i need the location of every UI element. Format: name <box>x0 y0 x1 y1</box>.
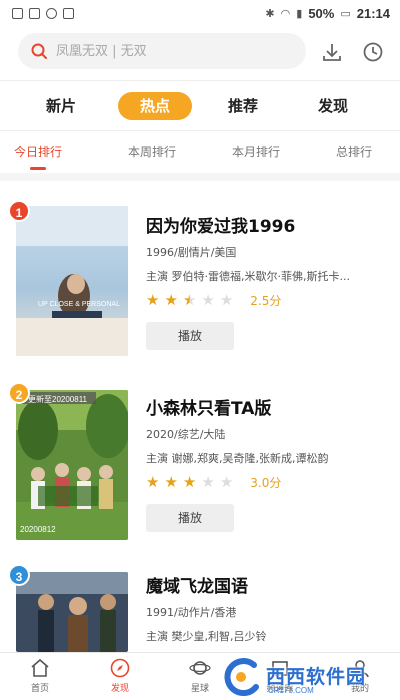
history-icon[interactable] <box>361 40 385 64</box>
tab-discover[interactable]: 发现 <box>318 92 348 120</box>
record-notification-icon <box>46 7 57 19</box>
poster-image[interactable] <box>16 206 128 356</box>
play-button[interactable]: 播放 <box>146 504 234 532</box>
image-notification-icon <box>12 7 23 19</box>
nav-discover-label: 发现 <box>110 684 129 694</box>
movie-cast: 主演 罗伯特·雷德福,米歇尔·菲佛,斯托卡... <box>146 270 350 283</box>
poster-date: 20200812 <box>20 525 56 534</box>
poster-update-label: 更新至20200811 <box>28 395 87 404</box>
category-tabs: 新片 热点 推荐 发现 <box>0 84 400 128</box>
star-icon: ★ <box>146 473 160 491</box>
star-icon: ★ <box>164 473 178 491</box>
site-watermark: 西西软件园 CR173.COM <box>214 655 396 699</box>
poster-image[interactable] <box>16 572 128 652</box>
star-empty-icon: ★ <box>219 291 234 309</box>
system-status: ✱ ◠ ▮ 50% ▭ 21:14 <box>265 6 390 21</box>
rank-tab-month[interactable]: 本月排行 <box>232 143 280 160</box>
star-icon: ★ <box>146 291 160 309</box>
compass-icon <box>110 658 130 678</box>
play-button[interactable]: 播放 <box>146 322 234 350</box>
download-icon[interactable] <box>320 40 344 64</box>
rank-tab-indicator <box>30 167 46 170</box>
rank-tab-today[interactable]: 今日排行 <box>14 143 62 160</box>
movie-score: 2.5分 <box>250 294 282 308</box>
movie-title[interactable]: 魔域飞龙国语 <box>146 572 248 597</box>
star-empty-icon: ★ <box>219 473 234 491</box>
section-gap <box>0 173 400 181</box>
movie-meta: 1991/动作片/香港 <box>146 606 237 619</box>
rank-tabs: 今日排行 本周排行 本月排行 总排行 <box>0 134 400 172</box>
planet-icon <box>189 661 211 675</box>
rank-tab-week[interactable]: 本周排行 <box>128 143 176 160</box>
star-icon: ★ <box>182 473 197 491</box>
star-empty-icon: ★ <box>201 291 215 309</box>
sim-notification-icon <box>29 7 40 19</box>
poster-caption: UP CLOSE & PERSONAL <box>38 301 120 308</box>
tab-recommend[interactable]: 推荐 <box>228 92 258 120</box>
bag-notification-icon <box>63 7 74 19</box>
movie-score: 3.0分 <box>250 476 282 490</box>
rank-tab-total[interactable]: 总排行 <box>336 143 372 160</box>
star-icon: ★ <box>164 291 178 309</box>
nav-discover[interactable]: 发现 <box>90 657 150 694</box>
tab-hot[interactable]: 热点 <box>118 92 192 120</box>
half-star-icon: ★ <box>182 291 197 309</box>
search-row <box>0 30 400 74</box>
movie-cast: 主演 谢娜,郑爽,吴奇隆,张新成,谭松韵 <box>146 452 329 465</box>
signal-icon: ▮ <box>296 7 303 20</box>
header-divider <box>0 80 400 81</box>
movie-meta: 1996/剧情片/美国 <box>146 246 237 259</box>
movie-title[interactable]: 小森林只看TA版 <box>146 394 271 419</box>
wifi-icon: ◠ <box>280 7 291 20</box>
rank-badge: 2 <box>8 382 30 404</box>
nav-home-label: 首页 <box>30 684 49 694</box>
battery-icon: ▭ <box>340 7 351 20</box>
nav-home[interactable]: 首页 <box>10 657 70 694</box>
status-bar: ✱ ◠ ▮ 50% ▭ 21:14 <box>0 0 400 26</box>
watermark-logo-icon <box>224 658 259 697</box>
search-input[interactable] <box>56 43 276 59</box>
movie-rating: ★ ★ ★ ★ ★ 3.0分 <box>146 474 281 491</box>
watermark-text: 西西软件园 <box>266 666 367 688</box>
home-icon <box>31 658 49 677</box>
movie-title[interactable]: 因为你爱过我1996 <box>146 212 295 237</box>
tabs-divider <box>0 130 400 131</box>
notification-icons <box>12 7 74 19</box>
search-box[interactable] <box>18 33 306 69</box>
search-icon <box>31 43 47 59</box>
rank-badge: 1 <box>8 200 30 222</box>
movie-rating: ★ ★ ★ ★ ★ 2.5分 <box>146 292 281 309</box>
tab-new[interactable]: 新片 <box>46 92 76 120</box>
clock: 21:14 <box>356 5 390 21</box>
bluetooth-icon: ✱ <box>265 7 275 20</box>
rank-badge: 3 <box>8 564 30 586</box>
movie-cast: 主演 樊少皇,利智,吕少铃 <box>146 630 267 643</box>
watermark-subtext: CR173.COM <box>268 686 314 695</box>
battery-percent: 50% <box>308 5 335 21</box>
poster-image[interactable] <box>16 390 128 540</box>
star-empty-icon: ★ <box>201 473 215 491</box>
movie-meta: 2020/综艺/大陆 <box>146 428 226 441</box>
